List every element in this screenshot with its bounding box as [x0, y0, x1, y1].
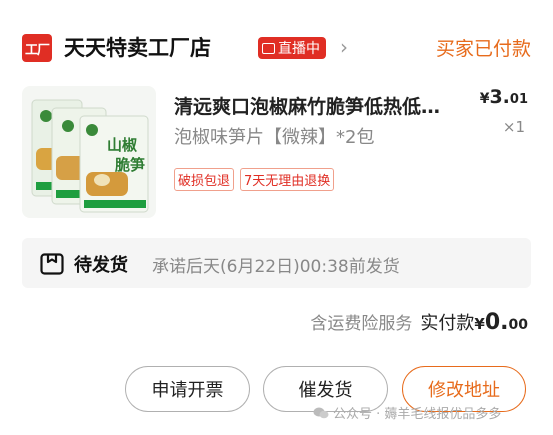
store-icon: 工厂: [22, 34, 52, 62]
live-badge-label: 直播中: [278, 41, 320, 57]
tv-icon: [262, 42, 275, 54]
total-integer: 0.: [484, 310, 509, 335]
shipping-promise: 承诺后天(6月22日)00:38前发货: [152, 257, 400, 277]
total-decimal: 00: [508, 317, 528, 333]
tag-damage-return: 破损包退: [174, 168, 235, 191]
price-integer: 3.: [489, 86, 510, 108]
product-quantity: ×1: [502, 118, 525, 136]
chevron-right-icon[interactable]: ›: [340, 36, 348, 58]
shipping-status-row[interactable]: 待发货 承诺后天(6月22日)00:38前发货: [22, 238, 531, 288]
svg-text:山椒: 山椒: [107, 136, 138, 154]
svg-text:脆笋: 脆笋: [115, 156, 145, 174]
shipping-status-label: 待发货: [74, 255, 128, 276]
order-total: 含运费险服务 实付款 ¥0. 00: [310, 309, 528, 335]
product-price: ¥3.01: [480, 86, 528, 108]
watermark-text: 公众号 · 薅羊毛线报优品多多: [333, 407, 502, 422]
product-spec: 泡椒味笋片【微辣】*2包: [174, 127, 375, 148]
insurance-service-text: 含运费险服务: [310, 314, 413, 334]
store-name[interactable]: 天天特卖工厂店: [64, 32, 211, 62]
wechat-icon: [313, 407, 329, 418]
order-status: 买家已付款: [435, 38, 531, 60]
request-invoice-button[interactable]: 申请开票: [125, 366, 250, 412]
tag-7day-return: 7天无理由退换: [240, 168, 335, 191]
total-currency: ¥: [474, 315, 485, 333]
order-card[interactable]: 工厂 天天特卖工厂店 直播中 › 买家已付款 山椒 脆笋 清远爽口泡椒麻竹脆笋低…: [0, 0, 553, 435]
live-badge[interactable]: 直播中: [258, 37, 326, 59]
product-title[interactable]: 清远爽口泡椒麻竹脆笋低热低…: [174, 92, 468, 119]
service-tags: 破损包退 7天无理由退换: [174, 168, 335, 191]
price-decimal: 01: [509, 92, 528, 107]
store-header[interactable]: 工厂 天天特卖工厂店 直播中 › 买家已付款: [22, 30, 531, 66]
total-label: 实付款: [420, 313, 475, 334]
product-image[interactable]: 山椒 脆笋: [22, 86, 156, 218]
package-icon: [40, 253, 64, 275]
watermark: 公众号 · 薅羊毛线报优品多多: [313, 403, 501, 422]
price-currency: ¥: [479, 91, 490, 107]
